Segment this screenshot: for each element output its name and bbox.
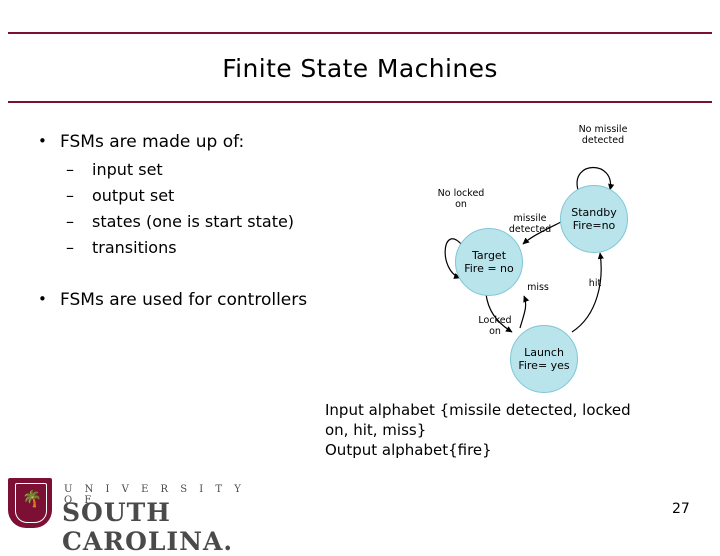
- bullet-text: FSMs are used for controllers: [60, 290, 308, 310]
- page-number: 27: [672, 501, 690, 517]
- label-text: No missile detected: [578, 124, 628, 146]
- dash-icon: –: [66, 238, 74, 257]
- alphabet-text-block: Input alphabet {missile detected, locked…: [325, 400, 705, 460]
- label-miss: miss: [520, 282, 556, 293]
- fsm-state-diagram: No missile detected No locked on missile de…: [420, 110, 710, 400]
- label-text: Locked on: [478, 315, 512, 337]
- bullet-text: input set: [92, 160, 163, 179]
- bullet-dot-icon: •: [38, 132, 47, 150]
- state-target: Target Fire = no: [455, 228, 523, 296]
- palmetto-tree-icon: 🌴: [22, 489, 42, 508]
- label-text: No locked on: [437, 188, 485, 210]
- university-logo: 🌴 U N I V E R S I T Y O F SOUTH CAROLINA…: [8, 478, 258, 556]
- bullet-level2-transitions: – transitions: [66, 238, 177, 257]
- bullet-level2-output-set: – output set: [66, 186, 175, 205]
- label-no-missile-detected: No missile detected: [563, 124, 643, 146]
- label-text: missile detected: [508, 213, 552, 235]
- state-standby: Standby Fire=no: [560, 185, 628, 253]
- bullet-text: FSMs are made up of:: [60, 132, 245, 152]
- state-name: Launch: [524, 346, 564, 359]
- output-alphabet-line: Output alphabet{fire}: [325, 441, 492, 459]
- top-rule: [8, 32, 712, 34]
- dash-icon: –: [66, 212, 74, 231]
- label-no-locked-on: No locked on: [425, 188, 497, 210]
- label-text: miss: [527, 282, 549, 293]
- input-alphabet-line2: on, hit, miss}: [325, 421, 427, 439]
- bullet-level1-2: • FSMs are used for controllers: [38, 290, 308, 310]
- state-name: Standby: [571, 206, 617, 219]
- slide: Finite State Machines • FSMs are made up…: [0, 0, 720, 556]
- dash-icon: –: [66, 160, 74, 179]
- bullet-text: output set: [92, 186, 175, 205]
- state-launch: Launch Fire= yes: [510, 325, 578, 393]
- bullet-level2-states: – states (one is start state): [66, 212, 295, 231]
- label-missile-detected: missile detected: [500, 213, 560, 235]
- input-alphabet-line1: Input alphabet {missile detected, locked: [325, 401, 631, 419]
- label-hit: hit: [582, 278, 608, 289]
- dash-icon: –: [66, 186, 74, 205]
- south-carolina-line: SOUTH CAROLINA.: [62, 498, 234, 556]
- label-text: hit: [588, 278, 602, 289]
- bullet-text: states (one is start state): [92, 212, 295, 231]
- bullet-dot-icon: •: [38, 290, 47, 308]
- label-locked-on: Locked on: [468, 315, 522, 337]
- title-underline-rule: [8, 101, 712, 103]
- state-output: Fire=no: [572, 219, 616, 232]
- state-output: Fire = no: [464, 262, 514, 275]
- page-title: Finite State Machines: [222, 54, 498, 83]
- crest-icon: 🌴: [8, 478, 52, 528]
- state-name: Target: [471, 249, 507, 262]
- state-output: Fire= yes: [518, 359, 570, 372]
- bullet-text: transitions: [92, 238, 177, 257]
- bullet-level2-input-set: – input set: [66, 160, 163, 179]
- bullet-level1-1: • FSMs are made up of:: [38, 132, 245, 152]
